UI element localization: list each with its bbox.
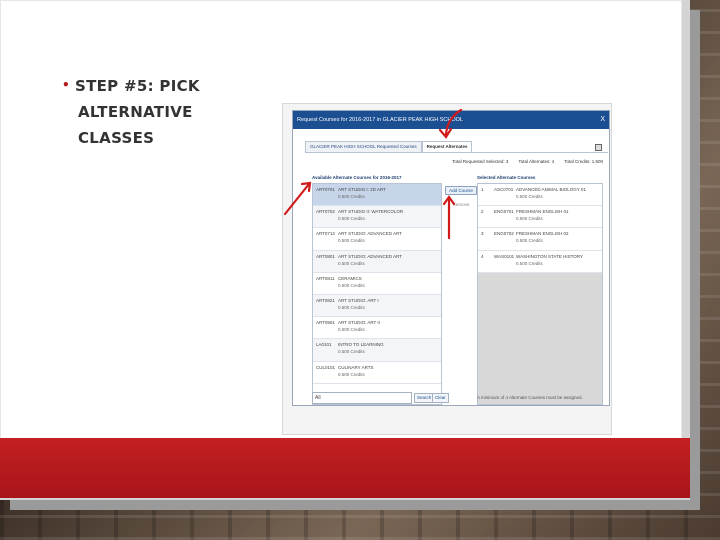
- heading-line2: ALTERNATIVE CLASSES: [78, 103, 193, 147]
- bullet-icon: •: [62, 78, 70, 92]
- slide-heading: • STEP #5: PICK ALTERNATIVE CLASSES: [62, 72, 272, 151]
- screenshot-image: Request Courses for 2016-2017 in GLACIER…: [282, 103, 612, 435]
- annotation-arrows: [283, 108, 463, 240]
- slide: • STEP #5: PICK ALTERNATIVE CLASSES Reque…: [0, 0, 690, 500]
- arrow-to-course: [283, 182, 311, 216]
- footer-band: [0, 438, 690, 498]
- heading-line1: STEP #5: PICK: [74, 77, 200, 95]
